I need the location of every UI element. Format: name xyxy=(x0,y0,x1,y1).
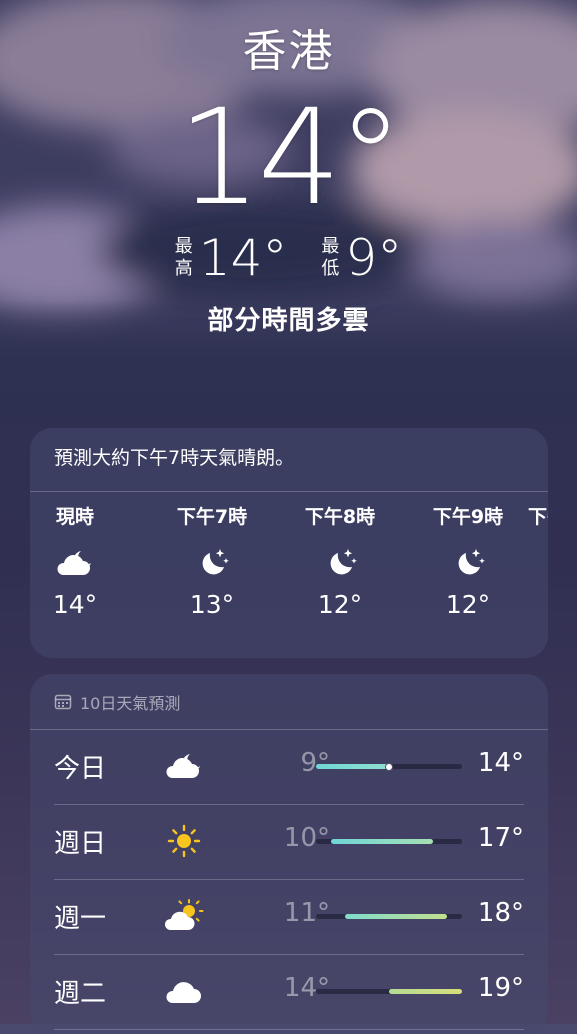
hour-item: 下午7時 13° xyxy=(162,492,262,619)
cloud-icon xyxy=(162,971,206,1011)
temp-range-bar xyxy=(316,914,462,919)
temp-range-bar xyxy=(316,839,462,844)
temp-range-bar xyxy=(316,989,462,994)
low-temp: 9° xyxy=(345,229,403,287)
temp-range-fill xyxy=(330,839,433,844)
hourly-forecast-card[interactable]: 預測大約下午7時天氣晴朗。 現時 14° 下午7時 13° 下午8時 12° 下… xyxy=(30,428,548,658)
day-label: 週二 xyxy=(54,979,107,1009)
hour-item-partial: 下午 xyxy=(528,506,548,528)
forecast-row[interactable]: 週一 11° 18° xyxy=(54,880,524,955)
sun-icon xyxy=(162,821,206,861)
forecast-row[interactable]: 今日 9° 14° xyxy=(54,730,524,805)
clear-night-icon xyxy=(418,538,518,588)
low-temp-group: 最 低 9° xyxy=(321,230,402,286)
calendar-icon xyxy=(54,694,72,709)
day-label: 週一 xyxy=(54,904,107,934)
day-label: 週日 xyxy=(54,829,107,859)
high-temp: 14° xyxy=(477,748,524,778)
clear-night-icon xyxy=(162,538,262,588)
low-temp: 14° xyxy=(283,973,330,1003)
low-label: 最 低 xyxy=(321,236,340,279)
current-weather-header: 香港 14° 最 高 14° 最 低 9° 部分時間多雲 xyxy=(0,22,577,337)
condition-text: 部分時間多雲 xyxy=(207,306,370,336)
high-temp: 14° xyxy=(198,229,288,287)
low-temp: 10° xyxy=(283,823,330,853)
forecast-row[interactable]: 週二 14° 19° xyxy=(54,955,524,1030)
low-temp: 11° xyxy=(283,898,330,928)
low-temp: 9° xyxy=(300,748,330,778)
temp-range-fill xyxy=(345,914,448,919)
high-temp: 19° xyxy=(477,973,524,1003)
hour-item: 下午8時 12° xyxy=(290,492,390,619)
day-label: 今日 xyxy=(54,754,107,784)
high-temp: 18° xyxy=(477,898,524,928)
partly-cloudy-day-icon xyxy=(162,896,206,936)
hourly-summary: 預測大約下午7時天氣晴朗。 xyxy=(30,428,548,492)
ten-day-forecast-card[interactable]: 10日天氣預測 今日 9° 14° 週日 10° 17° 週一 11° 18° … xyxy=(30,674,548,1034)
forecast-title: 10日天氣預測 xyxy=(80,693,181,713)
partly-cloudy-night-icon xyxy=(30,538,125,588)
hourly-scroll[interactable]: 現時 14° 下午7時 13° 下午8時 12° 下午9時 12° 下 xyxy=(30,492,548,658)
temp-range-fill xyxy=(389,989,462,994)
forecast-row[interactable]: 週日 10° 17° xyxy=(54,805,524,880)
current-temp-marker xyxy=(385,762,393,771)
current-temperature: 14° xyxy=(177,81,404,235)
high-temp: 17° xyxy=(477,823,524,853)
high-label: 最 高 xyxy=(174,236,193,279)
city-name: 香港 xyxy=(242,26,335,77)
forecast-header: 10日天氣預測 xyxy=(30,674,548,730)
high-temp-group: 最 高 14° xyxy=(175,230,288,286)
high-low: 最 高 14° 最 低 9° xyxy=(0,230,577,286)
temp-range-bar xyxy=(316,762,462,771)
temp-range-fill xyxy=(316,764,389,769)
partly-cloudy-night-icon xyxy=(162,746,206,786)
hour-item: 下午9時 12° xyxy=(418,492,518,619)
hour-item: 現時 14° xyxy=(30,492,125,619)
clear-night-icon xyxy=(290,538,390,588)
